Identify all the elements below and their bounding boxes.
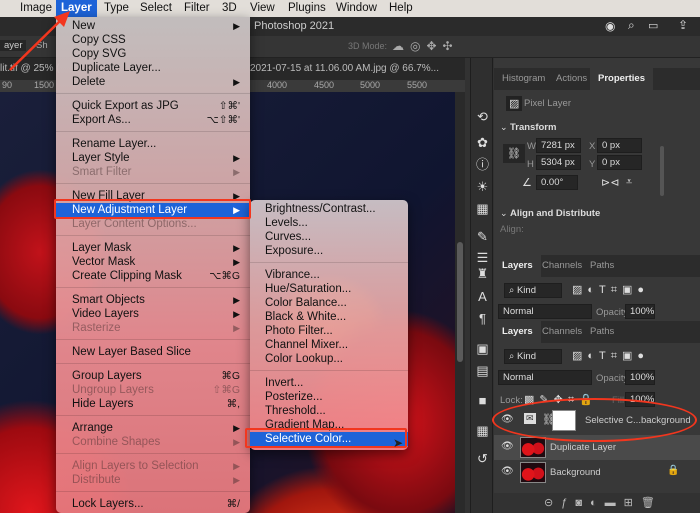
mouse-cursor-icon: ➤ [393, 436, 404, 450]
annotation-arrow [9, 11, 70, 71]
